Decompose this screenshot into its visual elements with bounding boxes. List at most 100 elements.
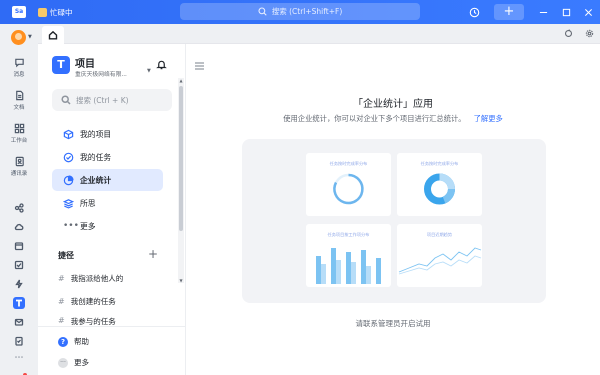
refresh-icon[interactable] bbox=[564, 29, 574, 39]
rail-cloud-icon[interactable] bbox=[13, 221, 25, 233]
search-icon bbox=[258, 7, 267, 16]
subtitle-text: 使用企业统计，你可以对企业下多个项目进行汇总统计。 bbox=[283, 114, 466, 123]
shortcuts-header: 捷径 bbox=[58, 251, 74, 260]
rail-link-icon[interactable] bbox=[13, 202, 25, 214]
rail-label: 通讯录 bbox=[10, 171, 28, 177]
page-title: 「企业统计」应用 bbox=[353, 99, 433, 110]
shortcut-label: 我指派给他人的 bbox=[70, 273, 124, 283]
left-rail: ▼ 消息 文档 工作台 通讯录 ⋯ bbox=[0, 24, 38, 375]
rail-calendar-icon[interactable] bbox=[13, 240, 25, 252]
project-sidebar: T 项目 重庆天极网络有限... ▼ 搜索 (Ctrl + K) 我的项目 我的… bbox=[38, 44, 186, 375]
chevron-down-icon[interactable]: ▼ bbox=[28, 34, 32, 40]
help-label: 帮助 bbox=[74, 337, 89, 346]
workbench-icon bbox=[14, 123, 24, 134]
search-icon bbox=[61, 95, 71, 105]
rail-label: 工作台 bbox=[10, 138, 28, 144]
avatar[interactable] bbox=[11, 30, 26, 45]
preview-panel: 任务按时完成率分布 任务按时完成率分布 任务项目按工作项分布 项目近期趋势 bbox=[242, 139, 546, 303]
sidebar-scrollbar[interactable]: ▲ ▼ bbox=[178, 78, 184, 283]
tab-home[interactable] bbox=[42, 26, 64, 44]
donut-chart-icon bbox=[424, 173, 455, 205]
sidebar-search-placeholder: 搜索 (Ctrl + K) bbox=[76, 95, 129, 105]
more-icon: ••• bbox=[63, 221, 79, 231]
maximize-icon[interactable] bbox=[559, 5, 573, 19]
rail-project-icon[interactable] bbox=[13, 297, 25, 309]
nav-enterprise-stats[interactable]: 企业统计 bbox=[52, 169, 163, 191]
rail-mail-icon[interactable] bbox=[13, 316, 25, 328]
doc-icon bbox=[15, 90, 23, 101]
close-icon[interactable] bbox=[581, 5, 595, 19]
ring-chart-icon bbox=[333, 173, 364, 205]
divider bbox=[38, 326, 185, 327]
pie-chart-icon bbox=[63, 174, 74, 185]
minimize-icon[interactable] bbox=[536, 5, 550, 19]
scroll-up-icon[interactable]: ▲ bbox=[178, 78, 184, 83]
nav-my-projects[interactable]: 我的项目 bbox=[52, 123, 163, 145]
hash-icon: # bbox=[58, 273, 65, 283]
global-search-placeholder: 搜索 (Ctrl+Shift+F) bbox=[271, 7, 343, 16]
preview-card: 任务项目按工作项分布 bbox=[306, 224, 391, 287]
home-icon bbox=[48, 30, 58, 40]
status-button[interactable]: 忙碌中 bbox=[38, 6, 73, 18]
rail-item-docs[interactable]: 文档 bbox=[0, 90, 38, 111]
nav-label: 企业统计 bbox=[80, 175, 112, 185]
chevron-down-icon[interactable]: ▼ bbox=[147, 68, 151, 74]
settings-icon[interactable] bbox=[585, 29, 595, 39]
nav-more[interactable]: ••• 更多 bbox=[52, 215, 163, 237]
organization-name[interactable]: 重庆天极网络有限... bbox=[75, 69, 127, 78]
help-icon: ? bbox=[58, 336, 68, 347]
page-subtitle: 使用企业统计，你可以对企业下多个项目进行汇总统计。 了解更多 bbox=[186, 114, 600, 124]
more-icon: ··· bbox=[58, 357, 68, 368]
preview-card: 任务按时完成率分布 bbox=[397, 153, 482, 216]
shortcut-label: 我创建的任务 bbox=[70, 296, 116, 306]
message-icon bbox=[14, 58, 24, 68]
rail-more-icon[interactable]: ⋯ bbox=[13, 352, 25, 364]
nav-label: 更多 bbox=[80, 221, 96, 231]
rail-item-messages[interactable]: 消息 bbox=[0, 57, 38, 78]
status-avatar-icon bbox=[38, 7, 47, 17]
sidebar-search-input[interactable]: 搜索 (Ctrl + K) bbox=[52, 89, 172, 111]
title-bar: Sa 忙碌中 搜索 (Ctrl+Shift+F) + bbox=[0, 0, 600, 24]
scroll-down-icon[interactable]: ▼ bbox=[178, 278, 184, 283]
nav-suosi[interactable]: 所思 bbox=[52, 192, 163, 214]
history-icon[interactable] bbox=[467, 5, 481, 19]
nav-label: 我的任务 bbox=[80, 152, 112, 162]
hash-icon: # bbox=[58, 316, 65, 325]
trial-hint: 请联系管理员开启试用 bbox=[355, 319, 431, 328]
learn-more-link[interactable]: 了解更多 bbox=[474, 114, 503, 123]
bell-icon[interactable] bbox=[156, 59, 167, 70]
rail-label: 消息 bbox=[13, 72, 25, 78]
shortcut-item[interactable]: # 我参与的任务 bbox=[52, 314, 163, 326]
rail-checkbox-icon[interactable] bbox=[13, 259, 25, 271]
tab-strip bbox=[38, 24, 600, 44]
add-shortcut-button[interactable]: + bbox=[148, 247, 158, 261]
global-search[interactable]: 搜索 (Ctrl+Shift+F) bbox=[180, 3, 420, 20]
cube-icon bbox=[63, 129, 74, 139]
status-label: 忙碌中 bbox=[50, 7, 73, 17]
nav-label: 我的项目 bbox=[80, 129, 112, 139]
menu-icon[interactable] bbox=[195, 62, 204, 70]
line-chart-icon bbox=[398, 247, 482, 275]
sidebar-more-button[interactable]: ··· 更多 bbox=[58, 357, 89, 368]
rail-label: 文档 bbox=[13, 105, 25, 111]
hash-icon: # bbox=[58, 296, 65, 306]
scrollbar-thumb[interactable] bbox=[179, 86, 183, 231]
add-button[interactable]: + bbox=[494, 4, 524, 20]
check-circle-icon bbox=[63, 152, 74, 162]
project-logo: T bbox=[52, 56, 70, 74]
shortcut-item[interactable]: # 我指派给他人的 bbox=[52, 268, 163, 288]
rail-item-contacts[interactable]: 通讯录 bbox=[0, 156, 38, 177]
app-badge: Sa bbox=[12, 6, 26, 18]
rail-bolt-icon[interactable] bbox=[13, 278, 25, 290]
nav-label: 所思 bbox=[80, 198, 96, 208]
layers-icon bbox=[63, 198, 74, 209]
nav-my-tasks[interactable]: 我的任务 bbox=[52, 146, 163, 168]
contacts-icon bbox=[15, 156, 24, 167]
project-title: 项目 bbox=[75, 59, 95, 70]
help-button[interactable]: ? 帮助 bbox=[58, 336, 89, 347]
bar-chart-icon bbox=[316, 248, 381, 284]
rail-approval-icon[interactable] bbox=[13, 335, 25, 347]
shortcut-item[interactable]: # 我创建的任务 bbox=[52, 291, 163, 311]
shortcut-label: 我参与的任务 bbox=[70, 317, 116, 326]
rail-item-workbench[interactable]: 工作台 bbox=[0, 123, 38, 144]
